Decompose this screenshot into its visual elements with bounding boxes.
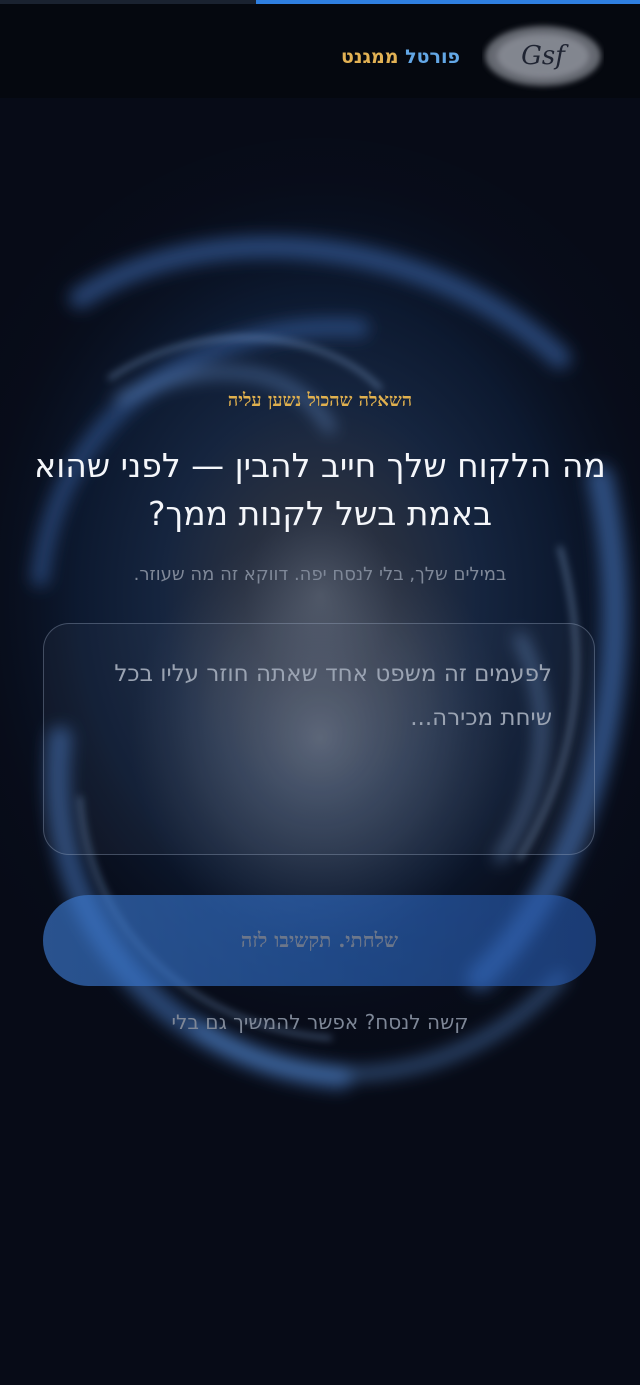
question-eyebrow: השאלה שהכול נשען עליה bbox=[227, 390, 413, 411]
progress-bar bbox=[0, 0, 640, 4]
question-card: השאלה שהכול נשען עליה מה הלקוח שלך חייב … bbox=[0, 0, 640, 1385]
logo-lettering: Gsf bbox=[521, 41, 569, 71]
question-subline: במילים שלך, בלי לנסח יפה. דווקא זה מה שע… bbox=[133, 564, 507, 585]
brand-logo[interactable]: Gsf bbox=[482, 20, 604, 92]
question-headline: מה הלקוח שלך חייב להבין — לפני שהוא באמת… bbox=[34, 446, 606, 533]
brand-name-part1: פורטל bbox=[405, 46, 460, 68]
progress-bar-fill bbox=[256, 0, 640, 4]
brand-name: פורטל ממגנט bbox=[341, 46, 460, 68]
skip-link[interactable]: קשה לנסח? אפשר להמשיך גם בלי bbox=[0, 1010, 640, 1034]
brand-name-part2: ממגנט bbox=[341, 46, 399, 68]
submit-button[interactable]: שלחתי. תקשיבו לזה bbox=[43, 895, 596, 986]
answer-textarea[interactable] bbox=[43, 623, 595, 855]
page: Gsf פורטל ממגנט השאלה שהכול נשען עליה מה… bbox=[0, 0, 640, 1385]
top-header: Gsf פורטל ממגנט bbox=[0, 4, 640, 98]
